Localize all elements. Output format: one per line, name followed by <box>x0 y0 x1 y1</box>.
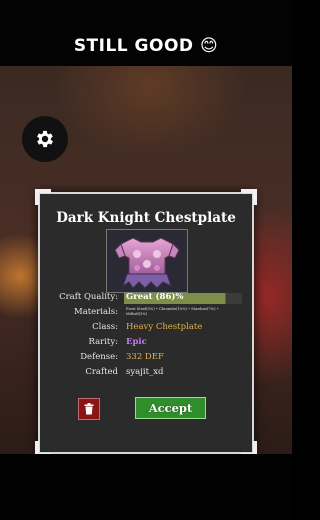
stat-craft-quality: Craft Quality: Great (86)% <box>40 292 252 306</box>
accept-label: Accept <box>148 401 193 415</box>
item-image-frame <box>106 229 188 293</box>
stat-label: Crafted <box>85 367 118 377</box>
video-caption: STILL GOOD 😊 <box>73 36 219 56</box>
crafted-item-dialog: Dark Knight Chestplate Craft Quality: Gr… <box>35 189 257 454</box>
top-letterbox <box>0 0 292 66</box>
frame-corner <box>35 189 51 205</box>
rarity-value: Epic <box>126 337 147 347</box>
stat-materials: Materials: Frost Steel(5%) • Chromite(10… <box>40 307 252 321</box>
defense-value: 332 DEF <box>126 352 164 362</box>
frame-corner <box>241 189 257 205</box>
crafted-by-value: syajit_xd <box>126 367 164 377</box>
materials-value: Frost Steel(5%) • Chromite(10%) • Stardu… <box>126 307 219 316</box>
gear-icon <box>37 130 53 148</box>
quality-value: Great (86)% <box>126 292 184 302</box>
settings-button[interactable] <box>22 116 68 162</box>
bottom-letterbox <box>0 454 292 520</box>
class-value: Heavy Chestplate <box>126 322 203 332</box>
stat-label: Defense: <box>80 352 118 362</box>
item-title: Dark Knight Chestplate <box>56 210 236 226</box>
stat-label: Craft Quality: <box>59 292 118 302</box>
stat-class: Class: Heavy Chestplate <box>40 322 252 336</box>
stat-rarity: Rarity: Epic <box>40 337 252 351</box>
stat-crafted: Crafted syajit_xd <box>40 367 252 381</box>
armor-chestplate-image <box>114 237 180 289</box>
stat-defense: Defense: 332 DEF <box>40 352 252 366</box>
accept-button[interactable]: Accept <box>135 397 206 419</box>
game-scene: Dark Knight Chestplate Craft Quality: Gr… <box>0 66 292 454</box>
stat-label: Materials: <box>73 307 118 317</box>
frame-corner <box>35 441 51 454</box>
delete-button[interactable] <box>78 398 100 420</box>
stat-label: Class: <box>92 322 118 332</box>
stat-label: Rarity: <box>88 337 118 347</box>
trash-icon <box>84 403 94 415</box>
frame-corner <box>241 441 257 454</box>
